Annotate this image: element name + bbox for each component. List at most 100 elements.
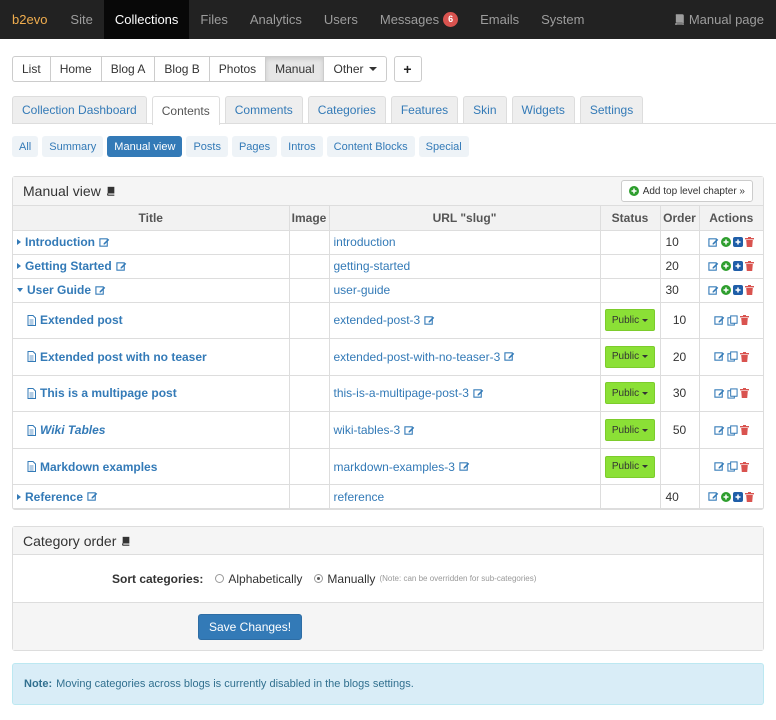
status-dropdown[interactable]: Public bbox=[605, 419, 655, 442]
delete-post-icon[interactable] bbox=[739, 315, 749, 326]
radio-manually[interactable] bbox=[314, 574, 324, 583]
add-post-icon[interactable] bbox=[733, 491, 744, 502]
collection-photos-button[interactable]: Photos bbox=[208, 56, 267, 82]
slug-link[interactable]: extended-post-with-no-teaser-3 bbox=[334, 350, 501, 364]
add-subchapter-icon[interactable] bbox=[721, 285, 732, 295]
subtab-pages[interactable]: Pages bbox=[231, 136, 278, 157]
subtab-intros[interactable]: Intros bbox=[281, 136, 323, 157]
add-top-level-chapter-button[interactable]: Add top level chapter » bbox=[620, 180, 753, 202]
expand-icon[interactable] bbox=[17, 239, 21, 245]
tab-settings[interactable]: Settings bbox=[579, 96, 644, 123]
manual-page-link[interactable]: Manual page bbox=[674, 12, 776, 27]
edit-chapter-icon[interactable] bbox=[708, 285, 719, 296]
delete-post-icon[interactable] bbox=[739, 351, 749, 362]
collection-list-button[interactable]: List bbox=[12, 56, 51, 82]
nav-messages[interactable]: Messages 6 bbox=[369, 0, 469, 39]
tab-categories[interactable]: Categories bbox=[307, 96, 386, 123]
status-dropdown[interactable]: Public bbox=[605, 455, 655, 478]
status-dropdown[interactable]: Public bbox=[605, 345, 655, 368]
collection-blog-a-button[interactable]: Blog A bbox=[100, 56, 156, 82]
post-title-link[interactable]: Extended post bbox=[40, 313, 123, 327]
save-changes-button[interactable]: Save Changes! bbox=[198, 613, 303, 640]
collection-blog-b-button[interactable]: Blog B bbox=[154, 56, 210, 82]
expand-icon[interactable] bbox=[17, 493, 21, 500]
order-cell[interactable]: 30 bbox=[659, 277, 700, 303]
add-subchapter-icon[interactable] bbox=[721, 261, 732, 271]
chapter-title-link[interactable]: Introduction bbox=[25, 235, 95, 249]
tab-comments[interactable]: Comments bbox=[224, 96, 303, 123]
post-title-link[interactable]: Wiki Tables bbox=[40, 423, 105, 437]
delete-chapter-icon[interactable] bbox=[745, 491, 755, 502]
collection-manual-button[interactable]: Manual bbox=[265, 56, 325, 82]
slug-link[interactable]: getting-started bbox=[334, 259, 411, 273]
add-post-icon[interactable] bbox=[733, 237, 744, 247]
add-collection-button[interactable]: + bbox=[393, 56, 422, 82]
slug-link[interactable]: user-guide bbox=[334, 283, 391, 297]
post-title-link[interactable]: Markdown examples bbox=[40, 460, 157, 474]
nav-site[interactable]: Site bbox=[59, 0, 103, 39]
duplicate-post-icon[interactable] bbox=[727, 424, 738, 436]
slug-link[interactable]: this-is-a-multipage-post-3 bbox=[334, 386, 469, 400]
delete-chapter-icon[interactable] bbox=[745, 285, 755, 295]
tab-features[interactable]: Features bbox=[390, 96, 459, 123]
order-cell[interactable]: 20 bbox=[659, 253, 700, 279]
subtab-content-blocks[interactable]: Content Blocks bbox=[326, 136, 415, 157]
add-post-icon[interactable] bbox=[733, 285, 744, 295]
edit-title-icon[interactable] bbox=[99, 237, 110, 248]
post-title-link[interactable]: Extended post with no teaser bbox=[40, 350, 207, 364]
subtab-manual-view[interactable]: Manual view bbox=[107, 136, 183, 157]
delete-post-icon[interactable] bbox=[739, 425, 749, 436]
delete-post-icon[interactable] bbox=[739, 461, 749, 472]
add-subchapter-icon[interactable] bbox=[721, 491, 732, 502]
edit-title-icon[interactable] bbox=[87, 491, 98, 502]
duplicate-post-icon[interactable] bbox=[727, 388, 738, 399]
slug-link[interactable]: extended-post-3 bbox=[334, 313, 421, 327]
slug-link[interactable]: reference bbox=[334, 490, 385, 504]
nav-files[interactable]: Files bbox=[189, 0, 238, 39]
edit-post-icon[interactable] bbox=[714, 425, 725, 436]
radio-alphabetically[interactable] bbox=[215, 574, 225, 583]
status-dropdown[interactable]: Public bbox=[605, 309, 655, 332]
delete-chapter-icon[interactable] bbox=[745, 261, 755, 271]
edit-slug-icon[interactable] bbox=[424, 315, 435, 326]
add-post-icon[interactable] bbox=[733, 261, 744, 271]
add-subchapter-icon[interactable] bbox=[721, 237, 732, 247]
tab-skin[interactable]: Skin bbox=[463, 96, 507, 123]
nav-collections[interactable]: Collections bbox=[103, 0, 190, 39]
subtab-all[interactable]: All bbox=[12, 136, 39, 157]
order-cell[interactable]: 30 bbox=[659, 374, 700, 413]
edit-slug-icon[interactable] bbox=[404, 425, 415, 436]
status-dropdown[interactable]: Public bbox=[605, 382, 655, 405]
edit-chapter-icon[interactable] bbox=[708, 237, 719, 248]
edit-post-icon[interactable] bbox=[714, 461, 725, 472]
nav-emails[interactable]: Emails bbox=[469, 0, 530, 39]
order-cell[interactable]: 10 bbox=[659, 301, 700, 340]
radio-manually-label[interactable]: Manually bbox=[327, 572, 375, 586]
order-cell[interactable]: 50 bbox=[659, 411, 700, 449]
tab-widgets[interactable]: Widgets bbox=[511, 96, 575, 123]
subtab-posts[interactable]: Posts bbox=[186, 136, 228, 157]
order-cell[interactable]: 40 bbox=[659, 484, 700, 510]
slug-link[interactable]: wiki-tables-3 bbox=[334, 423, 401, 437]
nav-users[interactable]: Users bbox=[313, 0, 369, 39]
nav-analytics[interactable]: Analytics bbox=[239, 0, 313, 39]
edit-chapter-icon[interactable] bbox=[708, 261, 719, 272]
tab-contents[interactable]: Contents bbox=[151, 96, 220, 125]
chapter-title-link[interactable]: Reference bbox=[25, 490, 83, 504]
expand-icon[interactable] bbox=[17, 263, 21, 269]
edit-post-icon[interactable] bbox=[714, 315, 725, 326]
collection-other-dropdown[interactable]: Other bbox=[323, 56, 387, 82]
edit-post-icon[interactable] bbox=[714, 351, 725, 362]
edit-post-icon[interactable] bbox=[714, 388, 725, 399]
chapter-title-link[interactable]: Getting Started bbox=[25, 259, 112, 273]
delete-post-icon[interactable] bbox=[739, 388, 749, 399]
delete-chapter-icon[interactable] bbox=[745, 237, 755, 247]
collapse-icon[interactable] bbox=[17, 288, 23, 292]
edit-title-icon[interactable] bbox=[95, 285, 106, 296]
edit-title-icon[interactable] bbox=[116, 261, 127, 272]
edit-slug-icon[interactable] bbox=[459, 461, 470, 472]
collection-home-button[interactable]: Home bbox=[49, 56, 102, 82]
duplicate-post-icon[interactable] bbox=[727, 461, 738, 472]
duplicate-post-icon[interactable] bbox=[727, 315, 738, 326]
slug-link[interactable]: introduction bbox=[334, 235, 396, 249]
